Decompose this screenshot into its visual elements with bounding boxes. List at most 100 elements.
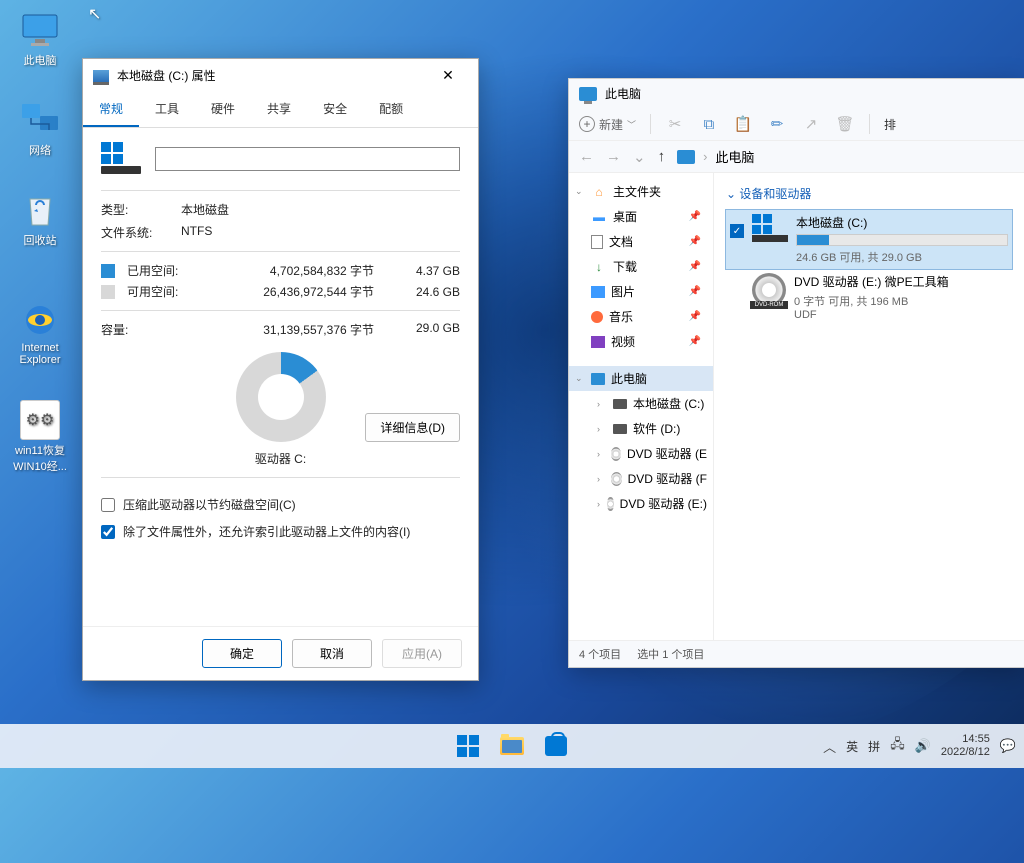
desktop-icon-label: Internet bbox=[10, 342, 70, 354]
usage-bar bbox=[796, 234, 1008, 246]
properties-dialog: 本地磁盘 (C:) 属性 ✕ 常规 工具 硬件 共享 安全 配额 类型: 本地磁… bbox=[82, 58, 479, 681]
desktop-icon-network[interactable]: 网络 bbox=[10, 100, 70, 158]
explorer-titlebar[interactable]: 此电脑 bbox=[569, 79, 1024, 108]
tree-home[interactable]: ⌄⌂主文件夹 bbox=[569, 179, 713, 204]
tree-music[interactable]: 音乐📌 bbox=[569, 304, 713, 329]
date: 2022/8/12 bbox=[941, 746, 990, 759]
rename-icon[interactable]: ✏ bbox=[767, 114, 787, 134]
drive-item-c[interactable]: ✓ 本地磁盘 (C:) 24.6 GB 可用, 共 29.0 GB bbox=[726, 210, 1012, 269]
delete-icon[interactable]: 🗑 bbox=[835, 114, 855, 134]
tree-c-drive[interactable]: ›本地磁盘 (C:) bbox=[569, 391, 713, 416]
ok-button[interactable]: 确定 bbox=[202, 639, 282, 668]
time: 14:55 bbox=[941, 733, 990, 746]
volume-tray-icon[interactable]: 🔊 bbox=[915, 738, 931, 754]
apply-button[interactable]: 应用(A) bbox=[382, 639, 462, 668]
tab-sharing[interactable]: 共享 bbox=[251, 92, 307, 127]
tree-dvd-f[interactable]: ›DVD 驱动器 (F bbox=[569, 466, 713, 491]
tab-general[interactable]: 常规 bbox=[83, 92, 139, 127]
monitor-icon bbox=[20, 10, 60, 50]
tray-chevron-icon[interactable]: ︿ bbox=[823, 737, 836, 756]
usage-donut bbox=[236, 352, 326, 442]
sort-button[interactable]: 排 bbox=[884, 116, 896, 133]
tab-quota[interactable]: 配额 bbox=[363, 92, 419, 127]
type-value: 本地磁盘 bbox=[181, 201, 460, 218]
breadcrumb[interactable]: › 此电脑 bbox=[677, 147, 754, 166]
up-button[interactable]: ↑ bbox=[658, 148, 666, 165]
compress-checkbox[interactable] bbox=[101, 498, 115, 512]
desktop-icon-thispc[interactable]: 此电脑 bbox=[10, 10, 70, 68]
tree-videos[interactable]: 视频📌 bbox=[569, 329, 713, 354]
pin-icon: 📌 bbox=[689, 211, 707, 222]
notifications-icon[interactable]: 💬 bbox=[1000, 738, 1016, 754]
tree-dvd-e2[interactable]: ›DVD 驱动器 (E:) bbox=[569, 491, 713, 516]
divider bbox=[101, 477, 460, 478]
drive-icon bbox=[93, 70, 109, 82]
recent-button[interactable]: ⌄ bbox=[633, 148, 646, 166]
compress-option[interactable]: 压缩此驱动器以节约磁盘空间(C) bbox=[101, 496, 460, 513]
drive-name: DVD 驱动器 (E:) 微PE工具箱 bbox=[794, 273, 1008, 290]
selection-check-icon: ✓ bbox=[730, 224, 744, 238]
divider bbox=[101, 251, 460, 252]
separator bbox=[650, 114, 651, 134]
pin-icon: 📌 bbox=[689, 311, 707, 322]
used-bytes: 4,702,584,832 字节 bbox=[207, 262, 380, 279]
explorer-window: 此电脑 + 新建 ﹀ ✂ ⧉ 📋 ✏ ↗ 🗑 排 ← → ⌄ ↑ › bbox=[568, 78, 1024, 668]
network-tray-icon[interactable]: 🖧 bbox=[890, 735, 905, 757]
desktop-icon-label: Explorer bbox=[10, 354, 70, 366]
share-icon[interactable]: ↗ bbox=[801, 114, 821, 134]
item-count: 4 个项目 bbox=[579, 646, 621, 662]
drive-c-label: 驱动器 C: bbox=[101, 450, 460, 467]
separator bbox=[869, 114, 870, 134]
tree-desktop[interactable]: ▬桌面📌 bbox=[569, 204, 713, 229]
status-bar: 4 个项目 选中 1 个项目 bbox=[569, 640, 1024, 667]
tree-thispc[interactable]: ⌄此电脑 bbox=[569, 366, 713, 391]
tree-d-drive[interactable]: ›软件 (D:) bbox=[569, 416, 713, 441]
desktop-icon-file[interactable]: ⚙⚙ win11恢复 WIN10经... bbox=[10, 400, 70, 474]
pc-icon bbox=[579, 87, 597, 101]
drive-meta: 0 字节 可用, 共 196 MB bbox=[794, 293, 1008, 309]
forward-button[interactable]: → bbox=[606, 148, 621, 165]
cancel-button[interactable]: 取消 bbox=[292, 639, 372, 668]
new-button[interactable]: + 新建 ﹀ bbox=[579, 116, 636, 133]
taskbar-store[interactable] bbox=[538, 728, 574, 764]
tree-dvd-e[interactable]: ›DVD 驱动器 (E bbox=[569, 441, 713, 466]
used-gb: 4.37 GB bbox=[390, 264, 460, 278]
index-checkbox[interactable] bbox=[101, 525, 115, 539]
desktop-icon-ie[interactable]: Internet Explorer bbox=[10, 300, 70, 366]
paste-icon[interactable]: 📋 bbox=[733, 114, 753, 134]
details-button[interactable]: 详细信息(D) bbox=[365, 413, 460, 442]
dvd-icon bbox=[752, 273, 786, 307]
start-button[interactable] bbox=[450, 728, 486, 764]
drive-name: 本地磁盘 (C:) bbox=[796, 214, 1008, 231]
drive-meta: UDF bbox=[794, 309, 1008, 321]
close-button[interactable]: ✕ bbox=[428, 67, 468, 84]
ime-mode[interactable]: 拼 bbox=[868, 738, 880, 755]
tab-hardware[interactable]: 硬件 bbox=[195, 92, 251, 127]
tab-security[interactable]: 安全 bbox=[307, 92, 363, 127]
pin-icon: 📌 bbox=[689, 286, 707, 297]
drive-name-input[interactable] bbox=[155, 147, 460, 171]
titlebar[interactable]: 本地磁盘 (C:) 属性 ✕ bbox=[83, 59, 478, 92]
folder-icon bbox=[500, 737, 524, 755]
section-devices[interactable]: ⌄ 设备和驱动器 bbox=[726, 181, 1012, 210]
cut-icon[interactable]: ✂ bbox=[665, 114, 685, 134]
drive-c-icon bbox=[752, 214, 788, 244]
window-title: 本地磁盘 (C:) 属性 bbox=[117, 67, 216, 84]
back-button[interactable]: ← bbox=[579, 148, 594, 165]
used-label: 已用空间: bbox=[127, 262, 197, 279]
tree-documents[interactable]: 文档📌 bbox=[569, 229, 713, 254]
capacity-bytes: 31,139,557,376 字节 bbox=[197, 321, 380, 338]
copy-icon[interactable]: ⧉ bbox=[699, 114, 719, 134]
tab-tools[interactable]: 工具 bbox=[139, 92, 195, 127]
tree-downloads[interactable]: ↓下载📌 bbox=[569, 254, 713, 279]
tree-pictures[interactable]: 图片📌 bbox=[569, 279, 713, 304]
capacity-gb: 29.0 GB bbox=[390, 321, 460, 338]
desktop-icon-recycle[interactable]: 回收站 bbox=[10, 190, 70, 248]
free-gb: 24.6 GB bbox=[390, 285, 460, 299]
index-option[interactable]: 除了文件属性外，还允许索引此驱动器上文件的内容(I) bbox=[101, 523, 460, 540]
clock[interactable]: 14:55 2022/8/12 bbox=[941, 733, 990, 759]
ime-indicator[interactable]: 英 bbox=[846, 738, 858, 755]
system-tray: ︿ 英 拼 🖧 🔊 14:55 2022/8/12 💬 bbox=[823, 733, 1016, 759]
drive-item-dvd[interactable]: DVD 驱动器 (E:) 微PE工具箱 0 字节 可用, 共 196 MB UD… bbox=[726, 269, 1012, 325]
taskbar-explorer[interactable] bbox=[494, 728, 530, 764]
